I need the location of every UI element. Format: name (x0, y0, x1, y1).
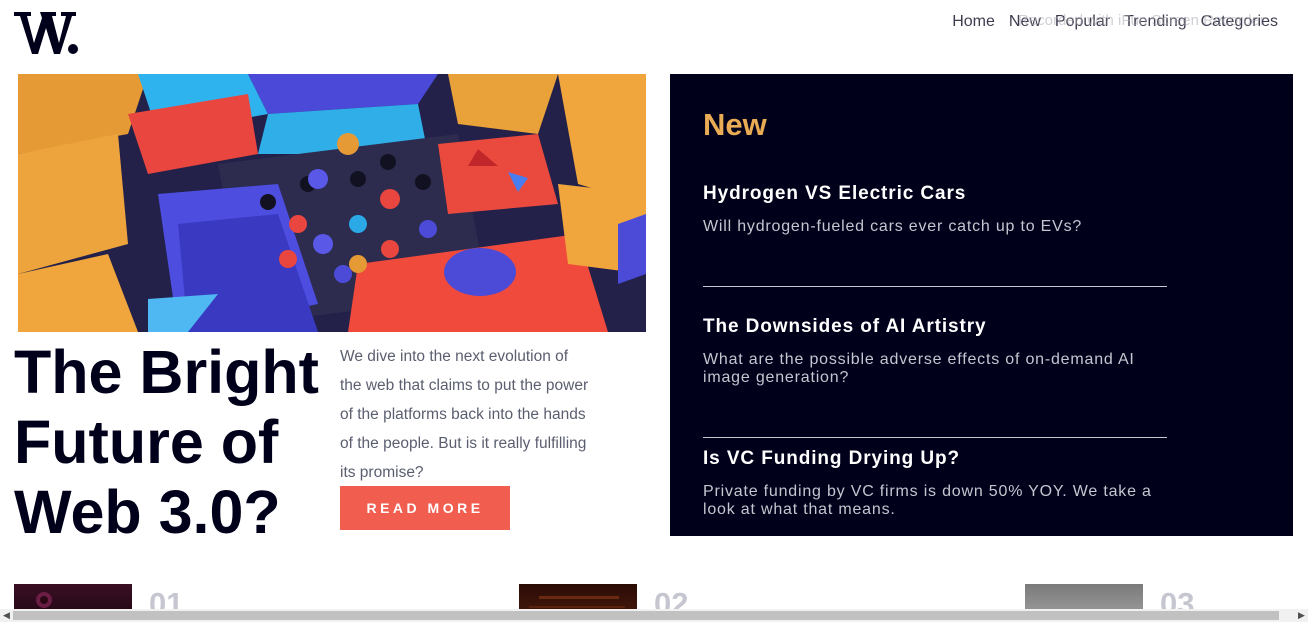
article-title[interactable]: Hydrogen VS Electric Cars (703, 183, 1181, 205)
nav-popular[interactable]: Popular (1055, 13, 1110, 31)
article-title[interactable]: The Downsides of AI Artistry (703, 316, 1181, 338)
nav-new[interactable]: New (1009, 13, 1041, 31)
site-logo[interactable] (14, 10, 80, 56)
divider (703, 286, 1167, 287)
scrollbar-thumb[interactable] (13, 611, 1279, 620)
article-title[interactable]: Is VC Funding Drying Up? (703, 448, 1181, 470)
scroll-left-icon[interactable]: ◀ (0, 609, 13, 622)
new-section-title: New (703, 107, 767, 142)
main-nav: Home New Popular Trending Categories (952, 13, 1278, 31)
nav-trending[interactable]: Trending (1124, 13, 1187, 31)
hero-headline: The Bright Future of Web 3.0? (14, 338, 319, 546)
horizontal-scrollbar[interactable]: ◀ ▶ (0, 609, 1308, 622)
nav-categories[interactable]: Categories (1201, 13, 1278, 31)
new-articles-panel: New Hydrogen VS Electric Cars Will hydro… (670, 74, 1293, 536)
hero-intro: We dive into the next evolution of the w… (340, 348, 589, 481)
hero-image (18, 74, 646, 332)
read-more-button[interactable]: READ MORE (340, 486, 510, 530)
divider (703, 437, 1167, 438)
article-summary: Will hydrogen-fueled cars ever catch up … (703, 218, 1083, 235)
article-summary: What are the possible adverse effects of… (703, 351, 1135, 386)
nav-home[interactable]: Home (952, 13, 995, 31)
article-summary: Private funding by VC firms is down 50% … (703, 483, 1152, 518)
scroll-right-icon[interactable]: ▶ (1295, 609, 1308, 622)
new-article-2[interactable]: The Downsides of AI Artistry What are th… (703, 316, 1181, 387)
new-article-3[interactable]: Is VC Funding Drying Up? Private funding… (703, 448, 1181, 519)
new-article-1[interactable]: Hydrogen VS Electric Cars Will hydrogen-… (703, 183, 1181, 236)
